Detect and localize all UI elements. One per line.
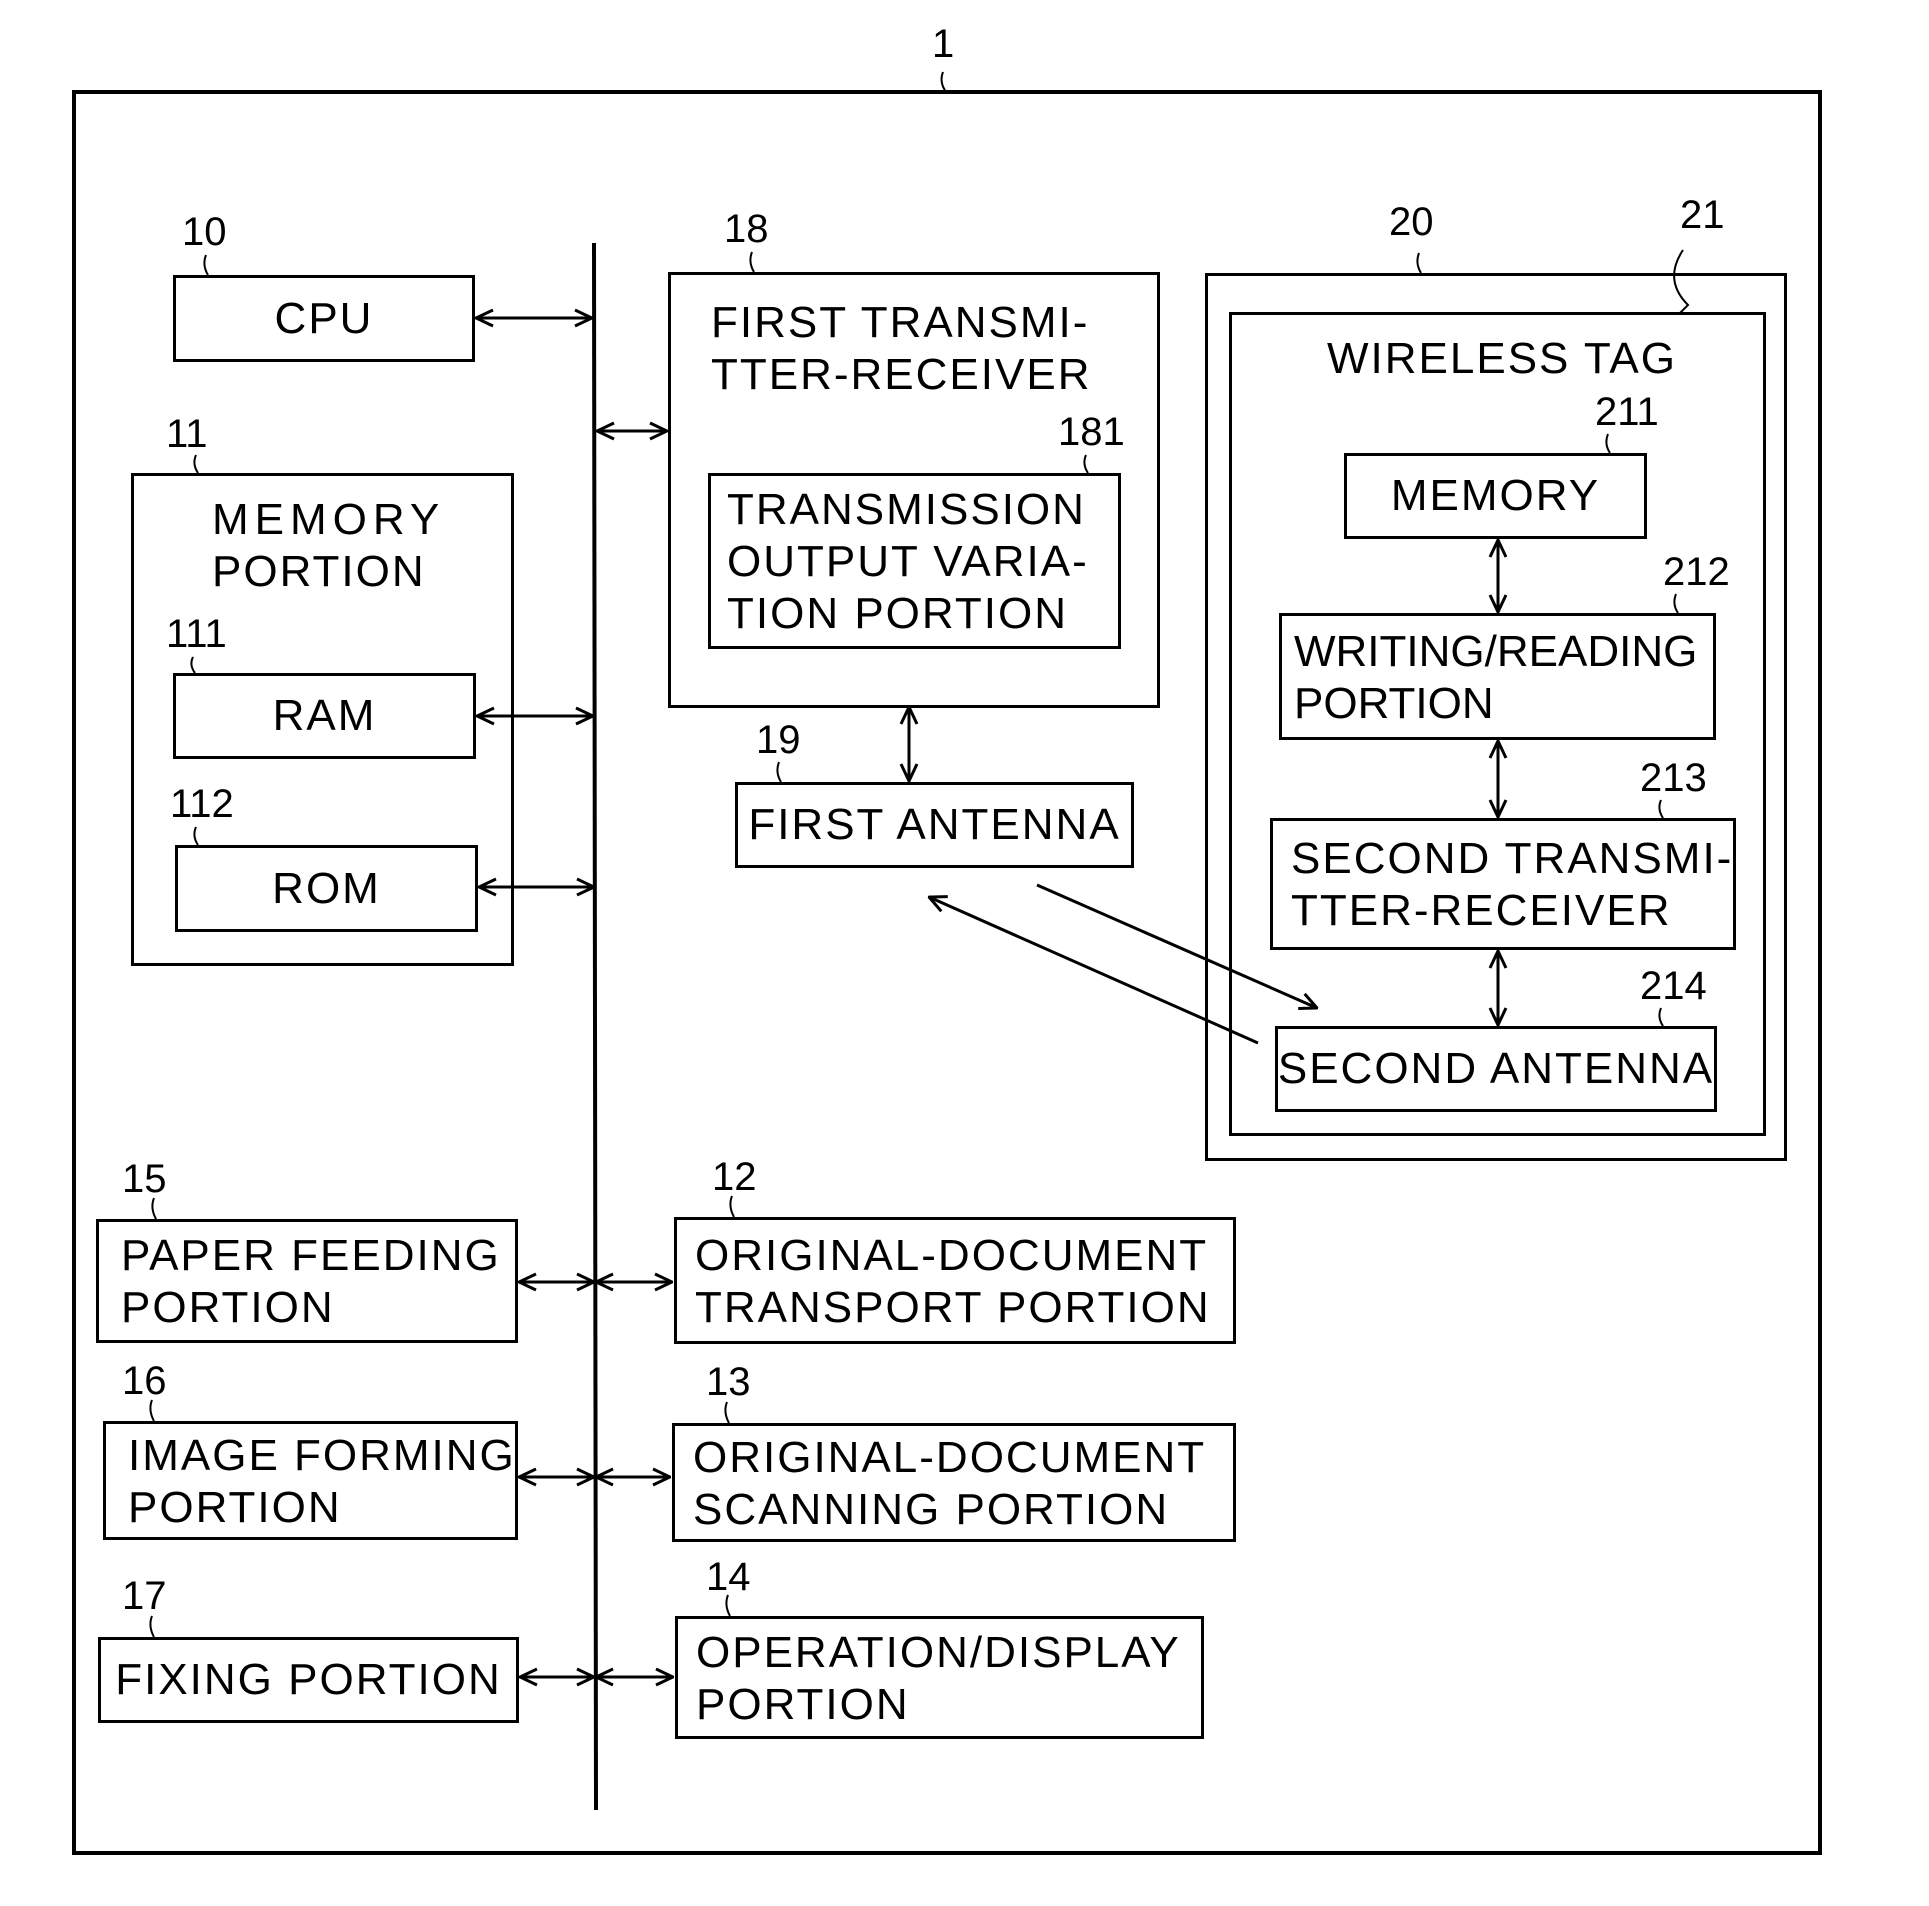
ref-doc-scanning: 13 xyxy=(706,1360,751,1404)
first-antenna-label: FIRST ANTENNA xyxy=(748,800,1121,849)
ref-doc-transport: 12 xyxy=(712,1155,757,1199)
second-transmitter-receiver-block: SECOND TRANSMI- TTER-RECEIVER xyxy=(1270,818,1736,950)
output-variation-label-line1: TRANSMISSION xyxy=(727,485,1086,534)
fixing-label: FIXING PORTION xyxy=(115,1655,502,1704)
paper-feeding-label-line2: PORTION xyxy=(121,1283,335,1332)
transmitter1-label-line2: TTER-RECEIVER xyxy=(711,350,1092,399)
doc-scanning-label-line1: ORIGINAL-DOCUMENT xyxy=(693,1433,1207,1482)
ref-fixing: 17 xyxy=(122,1574,167,1618)
doc-transport-block: ORIGINAL-DOCUMENT TRANSPORT PORTION xyxy=(674,1217,1236,1344)
tag-memory-label: MEMORY xyxy=(1390,471,1601,520)
second-antenna-block: SECOND ANTENNA xyxy=(1275,1026,1717,1112)
ref-transmitter1: 18 xyxy=(724,207,769,251)
ram-label: RAM xyxy=(272,691,377,740)
doc-scanning-block: ORIGINAL-DOCUMENT SCANNING PORTION xyxy=(672,1423,1236,1542)
ref-1: 1 xyxy=(932,22,955,66)
paper-feeding-block: PAPER FEEDING PORTION xyxy=(96,1219,518,1343)
leader-1 xyxy=(940,71,947,93)
doc-transport-label-line1: ORIGINAL-DOCUMENT xyxy=(695,1231,1209,1280)
ref-paper-feeding: 15 xyxy=(122,1157,167,1201)
ref-tag-enclosure: 20 xyxy=(1389,200,1434,244)
rom-label: ROM xyxy=(272,863,381,913)
ref-memory-portion: 11 xyxy=(166,412,208,456)
operation-display-label-line1: OPERATION/DISPLAY xyxy=(696,1628,1181,1677)
cpu-block: CPU xyxy=(173,275,475,362)
first-antenna-block: FIRST ANTENNA xyxy=(735,782,1134,868)
image-forming-label-line1: IMAGE FORMING xyxy=(128,1431,516,1480)
rom-block: ROM xyxy=(175,845,478,932)
writing-reading-label-line2: PORTION xyxy=(1294,679,1494,728)
doc-scanning-label-line2: SCANNING PORTION xyxy=(693,1485,1170,1534)
transmitter2-label-line2: TTER-RECEIVER xyxy=(1291,886,1672,935)
memory-portion-label-line1: MEMORY xyxy=(212,495,446,544)
ref-antenna1: 19 xyxy=(756,718,801,762)
image-forming-block: IMAGE FORMING PORTION xyxy=(103,1421,518,1540)
ref-cpu: 10 xyxy=(182,210,227,254)
operation-display-block: OPERATION/DISPLAY PORTION xyxy=(675,1616,1204,1739)
ref-wireless-tag: 21 xyxy=(1680,193,1725,237)
transmitter1-label-line1: FIRST TRANSMI- xyxy=(711,298,1090,347)
cpu-label: CPU xyxy=(274,293,374,343)
paper-feeding-label-line1: PAPER FEEDING xyxy=(121,1231,501,1280)
output-variation-label-line3: TION PORTION xyxy=(727,589,1068,638)
transmitter2-label-line1: SECOND TRANSMI- xyxy=(1291,834,1734,883)
operation-display-label-line2: PORTION xyxy=(696,1680,910,1729)
tag-memory-block: MEMORY xyxy=(1344,453,1647,539)
transmission-output-variation-block: TRANSMISSION OUTPUT VARIA- TION PORTION xyxy=(708,473,1121,649)
system-bus xyxy=(592,242,598,1811)
output-variation-label-line2: OUTPUT VARIA- xyxy=(727,537,1089,586)
fixing-block: FIXING PORTION xyxy=(98,1637,519,1723)
writing-reading-label-line1: WRITING/READING xyxy=(1294,627,1698,676)
ref-image-forming: 16 xyxy=(122,1359,167,1403)
memory-portion-label-line2: PORTION xyxy=(212,547,426,596)
wireless-tag-label: WIRELESS TAG xyxy=(1327,334,1678,383)
ref-operation-display: 14 xyxy=(706,1555,751,1599)
ram-block: RAM xyxy=(173,673,476,759)
doc-transport-label-line2: TRANSPORT PORTION xyxy=(695,1283,1211,1332)
writing-reading-block: WRITING/READING PORTION xyxy=(1279,613,1716,740)
second-antenna-label: SECOND ANTENNA xyxy=(1277,1044,1715,1093)
image-forming-label-line2: PORTION xyxy=(128,1483,342,1532)
